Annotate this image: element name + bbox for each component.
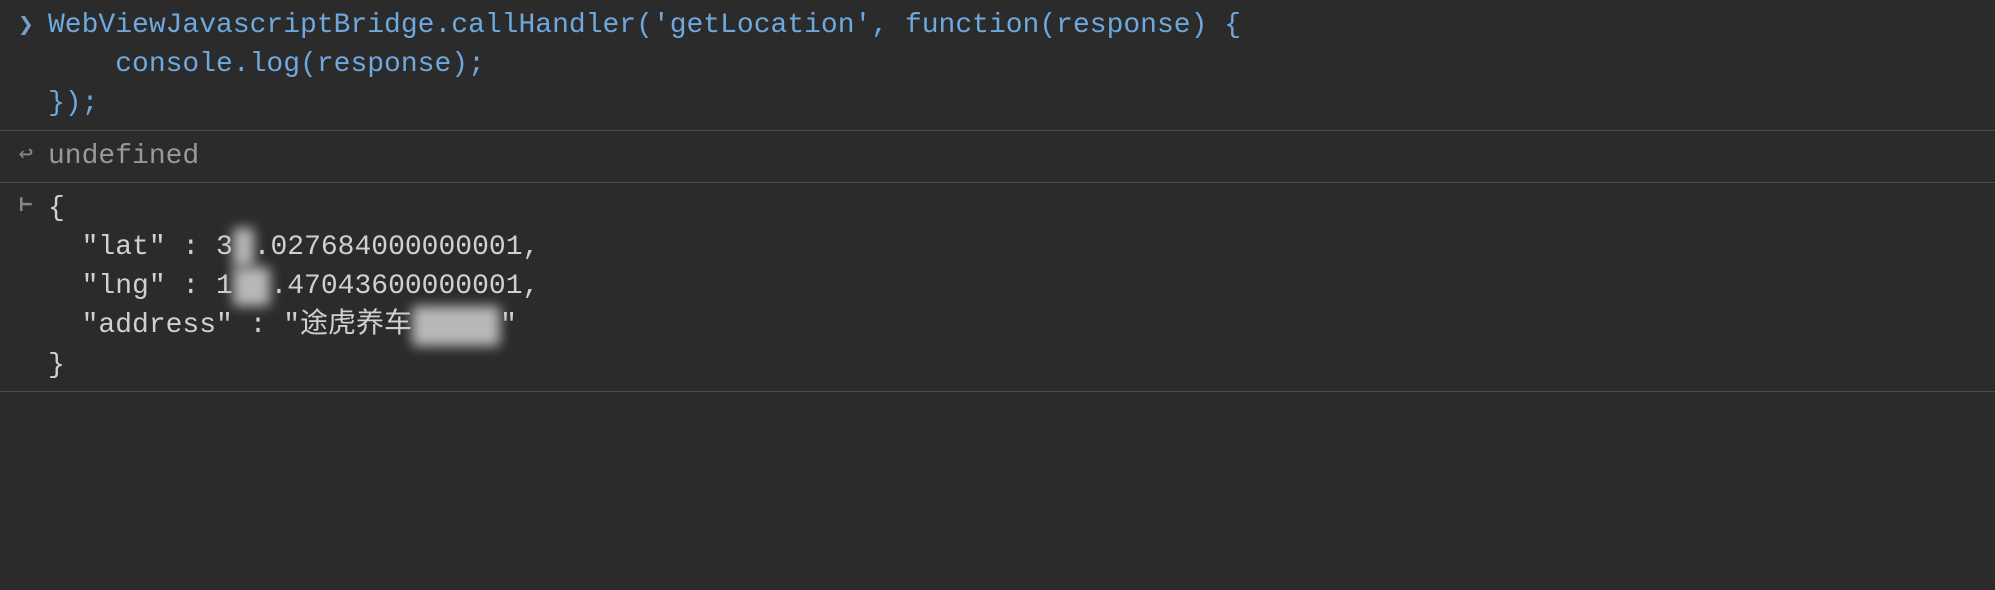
log-lat-key: "lat" : 3 <box>48 232 233 263</box>
log-lng-rest: .47043600000001, <box>270 271 539 302</box>
log-source-icon: ⊢ <box>10 189 42 222</box>
log-output-block: { "lat" : 31.027684000000001, "lng" : 12… <box>42 189 1985 385</box>
code-line-3: }); <box>48 88 98 119</box>
redacted-address-text: 玛莎拉 <box>412 306 500 345</box>
return-arrow-icon: ↩︎ <box>10 137 42 173</box>
code-line-2: console.log(response); <box>48 49 485 80</box>
return-value-text: undefined <box>42 137 1985 176</box>
console-input-code: WebViewJavascriptBridge.callHandler('get… <box>42 6 1985 124</box>
log-lat-rest: .027684000000001, <box>254 232 540 263</box>
redacted-lat-digit: 1 <box>233 228 254 267</box>
chevron-right-icon: ❯ <box>10 6 42 44</box>
console-log-row: ⊢ { "lat" : 31.027684000000001, "lng" : … <box>0 183 1995 392</box>
console-return-row: ↩︎ undefined <box>0 131 1995 183</box>
log-open-brace: { <box>48 193 65 224</box>
log-lng-key: "lng" : 1 <box>48 271 233 302</box>
log-close-brace: } <box>48 350 65 381</box>
code-line-1: WebViewJavascriptBridge.callHandler('get… <box>48 10 1241 41</box>
log-address-key: "address" : "途虎养车 <box>48 310 412 341</box>
console-input-row[interactable]: ❯ WebViewJavascriptBridge.callHandler('g… <box>0 0 1995 131</box>
redacted-lng-digit: 21 <box>233 267 271 306</box>
log-address-rest: " <box>500 310 517 341</box>
